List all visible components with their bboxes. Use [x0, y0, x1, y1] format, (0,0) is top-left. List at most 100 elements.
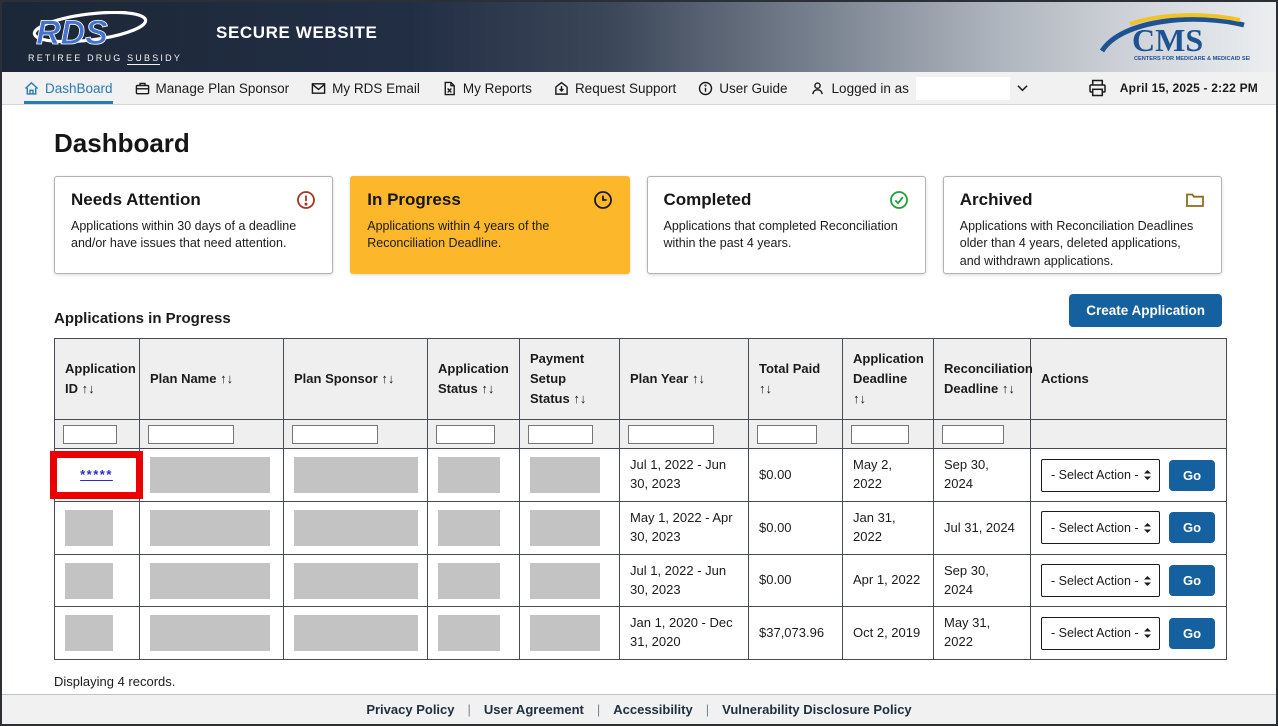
- application-id-link[interactable]: *****: [80, 466, 113, 485]
- actions-cell: - Select Action - Go: [1041, 511, 1216, 544]
- home-icon: [24, 81, 39, 96]
- filter-payment-setup-status-input[interactable]: [528, 425, 593, 444]
- nav-label-user-guide: User Guide: [719, 81, 787, 96]
- chevron-down-icon[interactable]: [1017, 84, 1028, 92]
- filter-application-status-input[interactable]: [436, 425, 495, 444]
- col-plan-name[interactable]: Plan Name ↑↓: [140, 339, 284, 420]
- rds-logo-mark: RDS: [28, 11, 150, 53]
- sort-icon: ↑↓: [759, 381, 772, 396]
- nav-item-user-guide[interactable]: User Guide: [698, 72, 787, 104]
- nav-label-my-reports: My Reports: [463, 81, 532, 96]
- select-action-dropdown[interactable]: - Select Action -: [1041, 459, 1160, 492]
- select-action-dropdown[interactable]: - Select Action -: [1041, 511, 1160, 544]
- secure-website-label: SECURE WEBSITE: [216, 23, 377, 43]
- logged-in-user-redacted[interactable]: [916, 77, 1010, 100]
- actions-cell: - Select Action - Go: [1041, 564, 1216, 597]
- card-title-archived: Archived: [960, 190, 1033, 210]
- go-button[interactable]: Go: [1169, 618, 1215, 649]
- card-desc-archived: Applications with Reconciliation Deadlin…: [960, 218, 1205, 270]
- nav-item-manage-plan-sponsor[interactable]: Manage Plan Sponsor: [135, 72, 290, 104]
- status-cards: Needs Attention Applications within 30 d…: [54, 176, 1222, 274]
- applications-section-header: Applications in Progress Create Applicat…: [54, 294, 1222, 327]
- col-reconciliation-deadline[interactable]: Reconciliation Deadline ↑↓: [934, 339, 1031, 420]
- redacted-plan-name: [150, 615, 270, 651]
- col-payment-setup-status[interactable]: Payment Setup Status ↑↓: [520, 339, 620, 420]
- card-completed[interactable]: Completed Applications that completed Re…: [647, 176, 926, 274]
- application-deadline-cell: Apr 1, 2022: [843, 554, 934, 607]
- support-envelope-icon: [554, 81, 569, 96]
- actions-cell: - Select Action - Go: [1041, 617, 1216, 650]
- card-archived[interactable]: Archived Applications with Reconciliatio…: [943, 176, 1222, 274]
- nav-item-my-reports[interactable]: My Reports: [442, 72, 532, 104]
- application-deadline-cell: May 2, 2022: [843, 449, 934, 502]
- card-needs-attention[interactable]: Needs Attention Applications within 30 d…: [54, 176, 333, 274]
- go-button[interactable]: Go: [1169, 512, 1215, 543]
- col-total-paid[interactable]: Total Paid ↑↓: [749, 339, 843, 420]
- nav-item-my-rds-email[interactable]: My RDS Email: [311, 72, 420, 104]
- nav-utilities: April 15, 2025 - 2:22 PM: [1087, 72, 1258, 104]
- sort-icon: ↑↓: [220, 371, 233, 386]
- filter-application-deadline-input[interactable]: [851, 425, 909, 444]
- footer-separator: |: [706, 702, 709, 717]
- nav-item-request-support[interactable]: Request Support: [554, 72, 676, 104]
- footer-link-privacy-policy[interactable]: Privacy Policy: [366, 702, 454, 717]
- card-in-progress[interactable]: In Progress Applications within 4 years …: [350, 176, 629, 274]
- info-icon: [698, 81, 713, 96]
- redacted-plan-sponsor: [294, 457, 418, 493]
- filter-actions-empty: [1031, 420, 1227, 449]
- filter-plan-year-input[interactable]: [628, 425, 714, 444]
- select-action-dropdown[interactable]: - Select Action -: [1041, 617, 1160, 650]
- footer-separator: |: [468, 702, 471, 717]
- sort-icon: ↑↓: [82, 381, 95, 396]
- card-title-completed: Completed: [664, 190, 752, 210]
- select-arrows-icon: [1143, 469, 1152, 481]
- footer-link-user-agreement[interactable]: User Agreement: [484, 702, 584, 717]
- person-icon: [810, 81, 825, 96]
- footer-link-vulnerability-disclosure-policy[interactable]: Vulnerability Disclosure Policy: [722, 702, 912, 717]
- total-paid-cell: $0.00: [749, 554, 843, 607]
- redacted-application-status: [438, 615, 500, 651]
- application-deadline-cell: Jan 31, 2022: [843, 502, 934, 555]
- go-button[interactable]: Go: [1169, 460, 1215, 491]
- col-application-deadline[interactable]: Application Deadline ↑↓: [843, 339, 934, 420]
- footer-link-accessibility[interactable]: Accessibility: [613, 702, 693, 717]
- total-paid-cell: $37,073.96: [749, 607, 843, 660]
- table-row: ***** Jul 1, 2022 - Jun 30, 2023 $0.00 M…: [55, 449, 1227, 502]
- redacted-payment-setup-status: [530, 510, 600, 546]
- col-application-id[interactable]: Application ID ↑↓: [55, 339, 140, 420]
- reconciliation-deadline-cell: Jul 31, 2024: [934, 502, 1031, 555]
- redacted-application-id: [65, 510, 113, 546]
- filter-plan-sponsor-input[interactable]: [292, 425, 378, 444]
- go-button[interactable]: Go: [1169, 565, 1215, 596]
- redacted-payment-setup-status: [530, 563, 600, 599]
- record-count: Displaying 4 records.: [54, 674, 1222, 689]
- col-plan-sponsor[interactable]: Plan Sponsor ↑↓: [284, 339, 428, 420]
- col-plan-year[interactable]: Plan Year ↑↓: [620, 339, 749, 420]
- redacted-plan-name: [150, 457, 270, 493]
- redacted-payment-setup-status: [530, 615, 600, 651]
- nav-item-dashboard[interactable]: DashBoard: [24, 72, 113, 104]
- select-arrows-icon: [1143, 627, 1152, 639]
- reconciliation-deadline-cell: Sep 30, 2024: [934, 449, 1031, 502]
- card-desc-needs-attention: Applications within 30 days of a deadlin…: [71, 218, 316, 253]
- filter-plan-name-input[interactable]: [148, 425, 234, 444]
- applications-in-progress-heading: Applications in Progress: [54, 310, 231, 327]
- card-title-needs-attention: Needs Attention: [71, 190, 201, 210]
- footer: Privacy Policy | User Agreement | Access…: [2, 694, 1276, 724]
- select-action-dropdown[interactable]: - Select Action -: [1041, 564, 1160, 597]
- rds-swoosh-icon: RDS: [28, 11, 150, 53]
- cms-logo: CMS CENTERS FOR MEDICARE & MEDICAID SERV…: [1092, 11, 1250, 68]
- logged-in-label: Logged in as: [832, 81, 909, 96]
- footer-separator: |: [597, 702, 600, 717]
- filter-reconciliation-deadline-input[interactable]: [942, 425, 1004, 444]
- filter-application-id-input[interactable]: [63, 425, 117, 444]
- create-application-button[interactable]: Create Application: [1069, 294, 1222, 327]
- col-application-status[interactable]: Application Status ↑↓: [428, 339, 520, 420]
- redacted-application-id: [65, 563, 113, 599]
- folder-icon: [1185, 190, 1205, 210]
- printer-icon[interactable]: [1087, 78, 1108, 98]
- filter-total-paid-input[interactable]: [757, 425, 817, 444]
- svg-text:RDS: RDS: [36, 14, 108, 52]
- redacted-application-status: [438, 457, 500, 493]
- reconciliation-deadline-cell: Sep 30, 2024: [934, 554, 1031, 607]
